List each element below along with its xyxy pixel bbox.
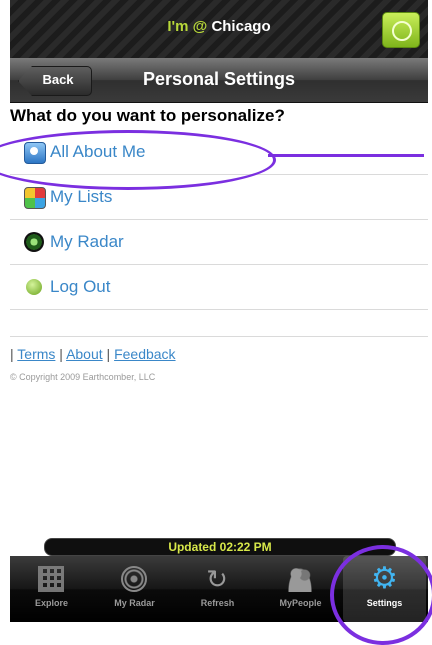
lists-icon [24, 187, 46, 209]
menu-item-my-radar[interactable]: My Radar [10, 220, 428, 265]
section-heading: What do you want to personalize? [10, 106, 285, 125]
refresh-icon: ↻ [206, 564, 228, 594]
terms-link[interactable]: Terms [17, 346, 55, 362]
annotation-circle-settings [330, 545, 432, 645]
navigation-bar: Back Personal Settings [10, 58, 428, 103]
status-bar: I'm @ Chicago [10, 0, 428, 58]
explore-grid-icon [38, 566, 64, 592]
copyright-text: © Copyright 2009 Earthcomber, LLC [10, 372, 156, 382]
tab-my-radar[interactable]: My Radar [93, 556, 176, 622]
about-link[interactable]: About [66, 346, 103, 362]
annotation-pointer-line [268, 154, 424, 157]
radar-icon [24, 232, 44, 252]
people-icon [287, 566, 313, 592]
logout-icon [26, 279, 42, 295]
footer-links: | Terms | About | Feedback [10, 346, 176, 362]
tab-refresh[interactable]: ↻ Refresh [176, 556, 259, 622]
phone-screen: I'm @ Chicago Back Personal Settings Wha… [10, 0, 428, 622]
feedback-link[interactable]: Feedback [114, 346, 175, 362]
tab-explore[interactable]: Explore [10, 556, 93, 622]
location-label: I'm @ Chicago [167, 18, 271, 35]
page-title: Personal Settings [142, 69, 296, 89]
menu-item-log-out[interactable]: Log Out [10, 265, 428, 310]
radar-icon [121, 566, 147, 592]
locate-icon[interactable] [382, 12, 420, 48]
updated-banner: Updated 02:22 PM [44, 538, 396, 556]
menu-divider [10, 310, 428, 337]
